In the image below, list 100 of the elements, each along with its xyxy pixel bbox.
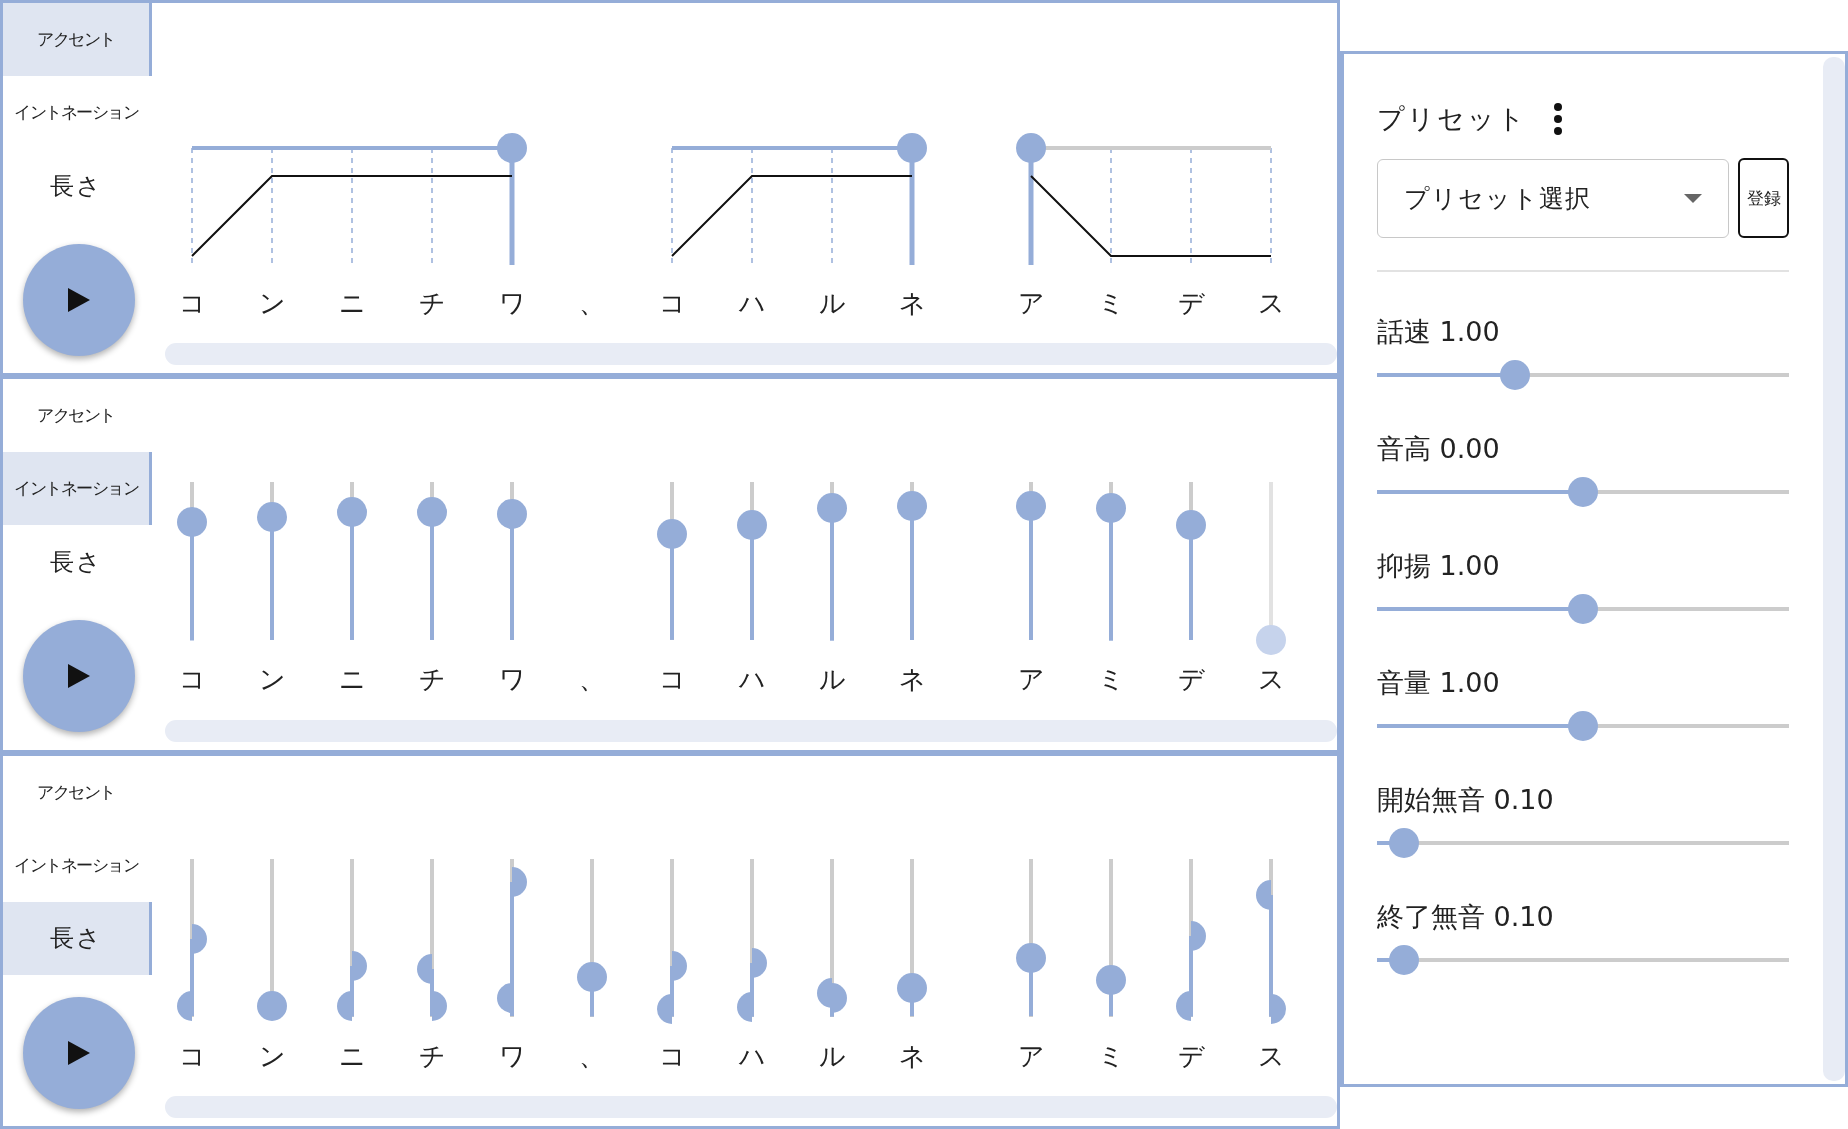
- caret-icon: [1684, 193, 1702, 203]
- mora-label: ネ: [898, 287, 926, 320]
- mora-label: ル: [818, 1039, 846, 1073]
- slider-thumb[interactable]: [432, 990, 447, 1021]
- slider-thumb[interactable]: [1568, 711, 1598, 741]
- slider-thumb[interactable]: [497, 498, 527, 529]
- register-button[interactable]: 登録: [1738, 158, 1789, 238]
- mora-label: ン: [258, 287, 286, 320]
- parameter-label: 抑揚 1.00: [1377, 549, 1501, 583]
- horizontal-scrollbar[interactable]: [165, 719, 1337, 742]
- slider-thumb[interactable]: [177, 990, 192, 1021]
- slider-thumb[interactable]: [1388, 945, 1419, 975]
- slider-thumb[interactable]: [417, 497, 447, 528]
- slider-thumb[interactable]: [1568, 477, 1598, 507]
- play-icon: [68, 1040, 90, 1065]
- mora-label: ス: [1257, 287, 1285, 320]
- horizontal-scrollbar[interactable]: [165, 343, 1337, 366]
- mora-label: コ: [178, 287, 206, 320]
- pause-label: 、: [579, 663, 605, 697]
- slider-thumb[interactable]: [737, 992, 752, 1023]
- slider-thumb[interactable]: [657, 519, 687, 550]
- slider-thumb[interactable]: [177, 506, 207, 537]
- slider-thumb[interactable]: [897, 133, 927, 163]
- vertical-scrollbar[interactable]: [1823, 57, 1845, 1081]
- tab[interactable]: アクセント: [3, 3, 152, 76]
- more-icon[interactable]: [1553, 103, 1563, 135]
- mora-label: ワ: [498, 287, 526, 320]
- preset-title: プリセット: [1377, 102, 1527, 136]
- mora-label: デ: [1177, 663, 1205, 697]
- slider-thumb[interactable]: [817, 492, 847, 523]
- slider-thumb[interactable]: [897, 491, 927, 521]
- slider-thumb[interactable]: [1568, 594, 1598, 624]
- slider-thumb[interactable]: [832, 982, 847, 1013]
- mora-label: ス: [1257, 1039, 1285, 1073]
- mora-label: デ: [1177, 287, 1205, 320]
- horizontal-scrollbar[interactable]: [165, 1096, 1337, 1118]
- slider-thumb[interactable]: [512, 867, 527, 898]
- slider-thumb[interactable]: [752, 947, 767, 978]
- slider-thumb[interactable]: [672, 951, 687, 982]
- slider-thumb[interactable]: [337, 497, 367, 528]
- slider-thumb[interactable]: [1271, 993, 1286, 1024]
- tab[interactable]: イントネーション: [3, 452, 152, 526]
- parameter-label: 終了無音 0.10: [1377, 900, 1555, 934]
- mora-label: ミ: [1097, 1039, 1125, 1073]
- play-button[interactable]: [23, 620, 135, 733]
- slider-thumb[interactable]: [817, 977, 832, 1008]
- slider-thumb[interactable]: [1016, 491, 1046, 521]
- play-icon: [68, 288, 90, 312]
- parameter-label: 話速 1.00: [1377, 315, 1501, 349]
- slider-thumb[interactable]: [257, 990, 287, 1021]
- mora-label: ワ: [498, 1039, 526, 1073]
- mora-label: ル: [818, 287, 846, 320]
- slider-thumb[interactable]: [1016, 133, 1046, 163]
- slider-thumb[interactable]: [257, 502, 287, 533]
- mora-label: チ: [418, 663, 446, 697]
- parameter-label: 音高 0.00: [1377, 432, 1501, 466]
- slider-thumb[interactable]: [1096, 965, 1126, 996]
- play-button[interactable]: [23, 996, 135, 1109]
- pause-label: 、: [579, 1039, 605, 1073]
- mora-label: ネ: [898, 1039, 926, 1073]
- slider-thumb[interactable]: [1256, 880, 1271, 910]
- slider-thumb[interactable]: [577, 962, 607, 993]
- slider-thumb[interactable]: [1191, 921, 1206, 952]
- slider-thumb[interactable]: [1176, 510, 1206, 540]
- slider-thumb[interactable]: [737, 510, 767, 540]
- play-icon: [68, 664, 90, 689]
- mora-label: ハ: [738, 287, 766, 320]
- mora-label: チ: [418, 287, 446, 320]
- tab[interactable]: 長さ: [3, 901, 152, 975]
- preset-select[interactable]: プリセット選択: [1377, 158, 1729, 238]
- slider-thumb[interactable]: [417, 954, 432, 985]
- mora-label: コ: [178, 663, 206, 697]
- slider-thumb[interactable]: [1176, 990, 1191, 1021]
- slider-thumb[interactable]: [352, 951, 367, 982]
- slider-thumb[interactable]: [1096, 492, 1126, 523]
- mora-label: コ: [658, 287, 686, 320]
- slider-thumb[interactable]: [497, 133, 527, 163]
- mora-label: コ: [658, 1039, 686, 1073]
- mora-label: ン: [258, 1039, 286, 1073]
- parameter-label: 音量 1.00: [1377, 666, 1501, 700]
- mora-label: ハ: [738, 663, 766, 697]
- mora-label: ネ: [898, 663, 926, 697]
- slider-thumb[interactable]: [337, 990, 352, 1021]
- slider-thumb[interactable]: [657, 993, 672, 1024]
- mora-label: ハ: [738, 1039, 766, 1073]
- slider-thumb[interactable]: [1388, 828, 1419, 858]
- slider-thumb[interactable]: [1500, 360, 1530, 390]
- mora-label: ミ: [1097, 287, 1125, 320]
- mora-label: ニ: [338, 663, 366, 697]
- mora-label: デ: [1177, 1039, 1205, 1073]
- mora-label: コ: [658, 663, 686, 697]
- mora-label: ン: [258, 663, 286, 697]
- mora-label: コ: [178, 1039, 206, 1073]
- slider-thumb[interactable]: [897, 973, 927, 1004]
- mora-label: ニ: [338, 287, 366, 320]
- slider-thumb[interactable]: [497, 982, 512, 1013]
- mora-label: ミ: [1097, 663, 1125, 697]
- play-button[interactable]: [23, 244, 135, 356]
- slider-thumb[interactable]: [1016, 943, 1046, 974]
- slider-thumb[interactable]: [192, 924, 207, 955]
